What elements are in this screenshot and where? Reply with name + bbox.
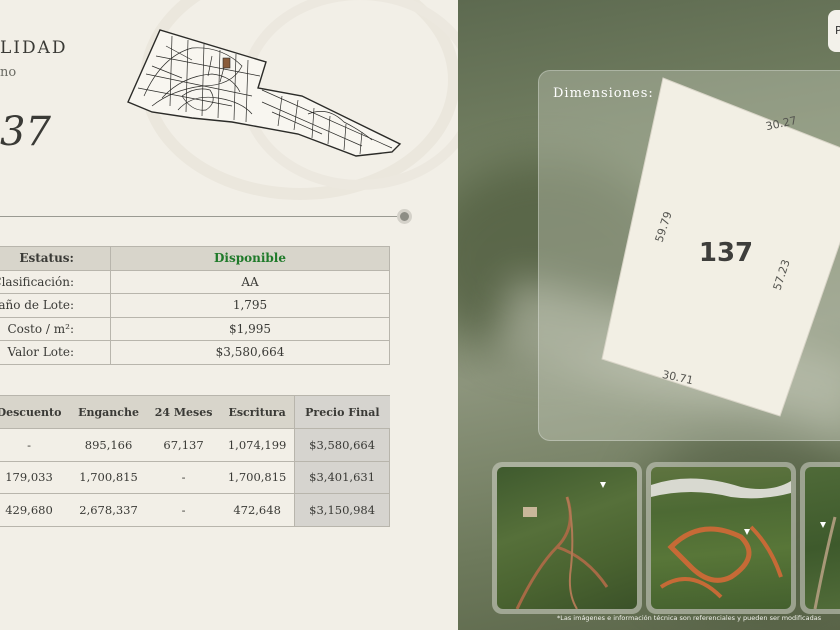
final-price-cell: $3,580,664 — [294, 428, 390, 462]
table-cell: 179,033 — [0, 461, 71, 494]
status-badge: Disponible — [110, 246, 390, 271]
gallery-thumbnail[interactable] — [492, 462, 642, 614]
table-cell: - — [147, 461, 221, 494]
top-right-button[interactable]: P — [828, 10, 840, 52]
location-pin-icon — [744, 529, 750, 535]
table-row: 429,680 2,678,337 - 472,648 $3,150,984 — [0, 493, 390, 527]
lot-number: 37 — [0, 109, 51, 155]
column-header: Precio Final — [294, 395, 390, 429]
aerial-view-panel: P Dimensiones: 137 30.27 59.79 57.23 30.… — [458, 0, 840, 630]
lot-info-table: Estatus: Disponible Clasificación: AA am… — [0, 246, 390, 365]
table-cell: 895,166 — [70, 428, 148, 462]
table-row: amaño de Lote: 1,795 — [0, 293, 390, 318]
lot-value-label: Valor Lote: — [0, 340, 111, 365]
cost-per-m2-label: Costo / m²: — [0, 316, 111, 341]
gallery-thumbnail[interactable] — [800, 462, 840, 614]
table-row: Costo / m²: $1,995 — [0, 316, 390, 341]
lot-size-value: 1,795 — [110, 293, 390, 318]
column-header: Descuento — [0, 395, 71, 429]
lot-size-label: amaño de Lote: — [0, 293, 111, 318]
payment-plans-table: Descuento Enganche 24 Meses Escritura Pr… — [0, 395, 390, 527]
gallery-thumbnail[interactable] — [646, 462, 796, 614]
table-cell: - — [147, 493, 221, 527]
table-row: Estatus: Disponible — [0, 246, 390, 271]
table-row: Clasificación: AA — [0, 269, 390, 294]
final-price-cell: $3,150,984 — [294, 493, 390, 527]
table-header-row: Descuento Enganche 24 Meses Escritura Pr… — [0, 395, 390, 429]
selected-lot-marker — [222, 57, 231, 69]
table-row: Valor Lote: $3,580,664 — [0, 340, 390, 365]
table-row: - 895,166 67,137 1,074,199 $3,580,664 — [0, 428, 390, 462]
top-right-button-label: P — [835, 24, 840, 37]
dimensions-card: Dimensiones: 137 30.27 59.79 57.23 30.71 — [538, 70, 840, 441]
aerial-photo — [515, 482, 609, 609]
development-subtitle: no — [0, 65, 17, 80]
column-header: 24 Meses — [147, 395, 221, 429]
status-label: Estatus: — [0, 246, 111, 271]
lot-value-value: $3,580,664 — [110, 340, 390, 365]
slider-handle[interactable] — [397, 209, 412, 224]
column-header: Escritura — [220, 395, 295, 429]
table-cell: 2,678,337 — [70, 493, 148, 527]
table-cell: 472,648 — [220, 493, 295, 527]
classification-label: Clasificación: — [0, 269, 111, 294]
lot-dimensions-diagram: 137 30.27 59.79 57.23 30.71 — [601, 77, 840, 417]
lot-id-label: 137 — [699, 238, 753, 268]
table-row: 179,033 1,700,815 - 1,700,815 $3,401,631 — [0, 461, 390, 494]
location-pin-icon — [820, 522, 826, 528]
aerial-photo — [651, 478, 791, 599]
location-pin-icon — [600, 482, 606, 488]
lot-detail-panel: LIDAD no 37 Estatus: Disponible Clasific… — [0, 0, 458, 630]
table-cell: 67,137 — [147, 428, 221, 462]
table-cell: - — [0, 428, 71, 462]
site-plan-minimap[interactable] — [122, 26, 404, 158]
table-cell: 1,700,815 — [70, 461, 148, 494]
classification-value: AA — [110, 269, 390, 294]
table-cell: 1,700,815 — [220, 461, 295, 494]
disclaimer-text: *Las imágenes e información técnica son … — [557, 614, 822, 622]
table-cell: 1,074,199 — [220, 428, 295, 462]
table-cell: 429,680 — [0, 493, 71, 527]
column-header: Enganche — [70, 395, 148, 429]
final-price-cell: $3,401,631 — [294, 461, 390, 494]
development-title: LIDAD — [0, 38, 68, 58]
cost-per-m2-value: $1,995 — [110, 316, 390, 341]
aerial-photo — [813, 516, 837, 609]
slider-track — [0, 216, 400, 217]
